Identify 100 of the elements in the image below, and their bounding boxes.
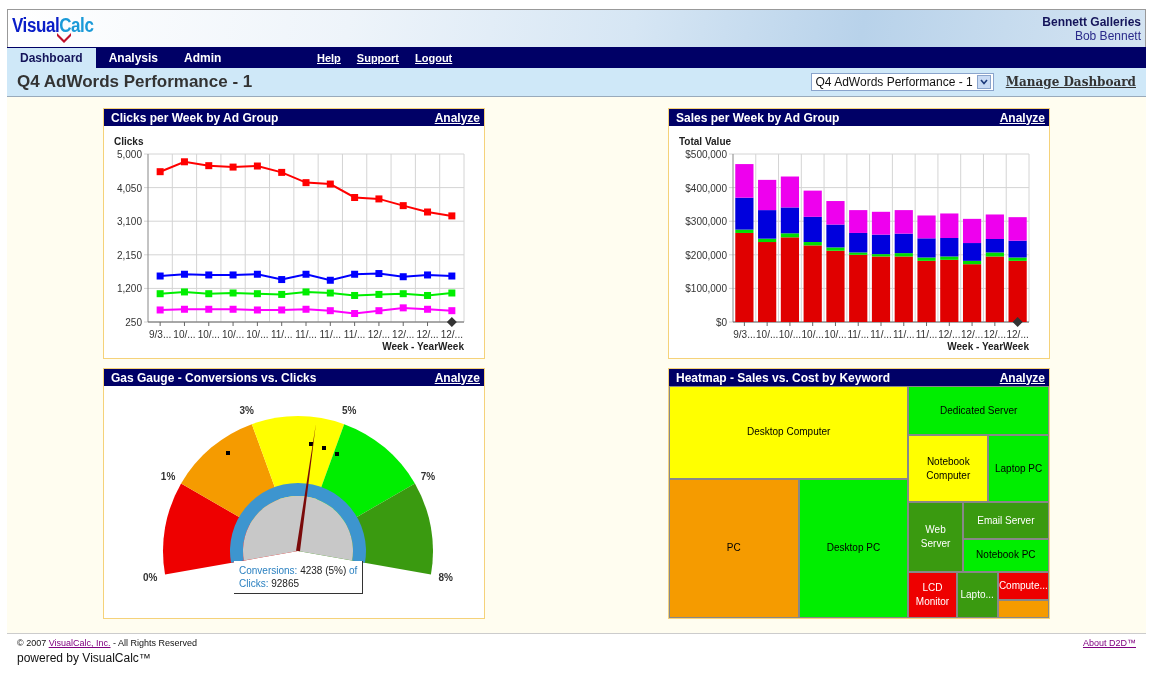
data-point [253, 270, 261, 278]
bar-segment [826, 201, 845, 225]
tick-label: 10/... [756, 329, 779, 340]
tick-label: 12/... [392, 329, 415, 340]
bar-segment [735, 164, 754, 198]
nav-tab[interactable]: Admin [171, 48, 235, 68]
nav-link[interactable]: Help [317, 51, 341, 64]
bar-segment [871, 211, 891, 235]
bar-segment [940, 213, 959, 238]
analyze-link[interactable]: Analyze [434, 370, 480, 385]
data-point [278, 290, 286, 298]
heatmap-cell[interactable]: Desktop Computer [669, 386, 909, 479]
heatmap-cell[interactable]: Desktop PC [798, 478, 909, 618]
tick-label: 10/... [197, 329, 220, 340]
tick-label: 12/... [1006, 329, 1029, 340]
data-point [180, 305, 188, 313]
heatmap-cell[interactable]: LCD Monitor [908, 571, 957, 618]
data-point [351, 310, 359, 317]
data-point [399, 202, 407, 210]
tick-label: 11/... [847, 329, 869, 340]
nav-link[interactable]: Support [356, 51, 399, 64]
chevron-icon [56, 30, 72, 45]
heatmap-cell[interactable]: Notebook PC [962, 538, 1049, 572]
data-point [326, 307, 334, 315]
data-point [180, 158, 188, 166]
data-point [253, 290, 261, 298]
company-link[interactable]: VisualCalc, Inc. [48, 638, 111, 648]
tick-label: 10/... [778, 329, 802, 340]
manage-dashboard-link[interactable]: Manage Dashboard [1005, 75, 1136, 89]
data-point [180, 288, 188, 296]
data-point [302, 288, 310, 296]
tick-label: 11/... [295, 329, 317, 340]
tick-label: 11/... [319, 329, 342, 340]
dashboard-select[interactable]: Q4 AdWords Performance - 1 [810, 73, 994, 91]
data-point [156, 306, 164, 314]
gauge-label: 0% [143, 572, 158, 584]
data-point [399, 290, 407, 298]
data-point [326, 276, 334, 284]
analyze-link[interactable]: Analyze [999, 370, 1045, 385]
data-point [229, 289, 237, 297]
data-point [375, 270, 383, 278]
data-point [205, 162, 213, 170]
bar-segment [849, 210, 868, 233]
tick-label: $0 [715, 317, 727, 328]
bar-segment [803, 190, 822, 217]
data-point [448, 212, 456, 220]
heatmap-cell[interactable]: Notebook Computer [908, 435, 989, 503]
axis-title: Week - YearWeek [382, 341, 464, 352]
heatmap-cell[interactable]: Lapto... [956, 571, 998, 618]
nav-tab[interactable]: Dashboard [7, 48, 96, 68]
data-point [156, 168, 164, 176]
data-point [326, 180, 334, 188]
data-point [156, 272, 164, 280]
data-point [448, 307, 456, 315]
tick-label: 250 [125, 317, 142, 328]
data-point [302, 179, 310, 187]
logo: VisualCalc [12, 13, 94, 37]
panel-title: Sales per Week by Ad Group [676, 110, 840, 125]
axis-title: Total Value [679, 136, 732, 147]
tick-label: $400,000 [685, 182, 727, 194]
data-point [205, 271, 213, 279]
data-point [375, 290, 383, 298]
about-link[interactable]: About D2D™ [1082, 638, 1136, 648]
heatmap-cell[interactable]: Dedicated Server [908, 386, 1049, 436]
tick-label: 5,000 [116, 149, 142, 160]
tick-label: 12/... [440, 329, 463, 340]
tick-label: $300,000 [685, 216, 727, 228]
heatmap-cell[interactable]: Laptop PC [988, 435, 1049, 503]
data-point [351, 291, 359, 299]
page-title: Q4 AdWords Performance - 1 [17, 72, 253, 92]
nav-tab[interactable]: Analysis [95, 48, 172, 68]
tick-label: 11/... [270, 329, 293, 340]
heatmap-cell[interactable]: Web Server [908, 502, 963, 572]
gauge-label: 8% [438, 572, 453, 584]
data-point [302, 270, 310, 278]
tooltip-text: Clicks: 92865 [239, 577, 301, 590]
analyze-link[interactable]: Analyze [434, 110, 480, 125]
tick-label: 1,200 [116, 283, 142, 295]
data-point [278, 168, 286, 176]
heatmap-cell[interactable] [997, 600, 1049, 618]
axis-title: Clicks [114, 136, 144, 147]
data-point [351, 194, 359, 201]
user-name: Bob Bennett [1074, 28, 1141, 43]
heatmap-cell[interactable]: PC [669, 478, 799, 618]
heatmap-cell[interactable]: Email Server [962, 502, 1049, 539]
tick-label: 12/... [938, 329, 961, 340]
powered-by-text: powered by VisualCalc™ [17, 651, 152, 665]
tick-label: 10/... [173, 329, 196, 340]
nav-link[interactable]: Logout [415, 51, 453, 64]
analyze-link[interactable]: Analyze [999, 110, 1045, 125]
tick-label: 12/... [416, 329, 439, 340]
marker-icon [446, 317, 457, 327]
data-point [448, 289, 456, 297]
data-point [278, 276, 286, 284]
tick-label: $200,000 [685, 249, 727, 261]
gauge-label: 5% [342, 405, 357, 417]
gauge-label: 1% [160, 471, 176, 482]
tick-label: 11/... [343, 329, 366, 340]
axis-title: Week - YearWeek [947, 341, 1029, 352]
data-point [424, 208, 432, 216]
